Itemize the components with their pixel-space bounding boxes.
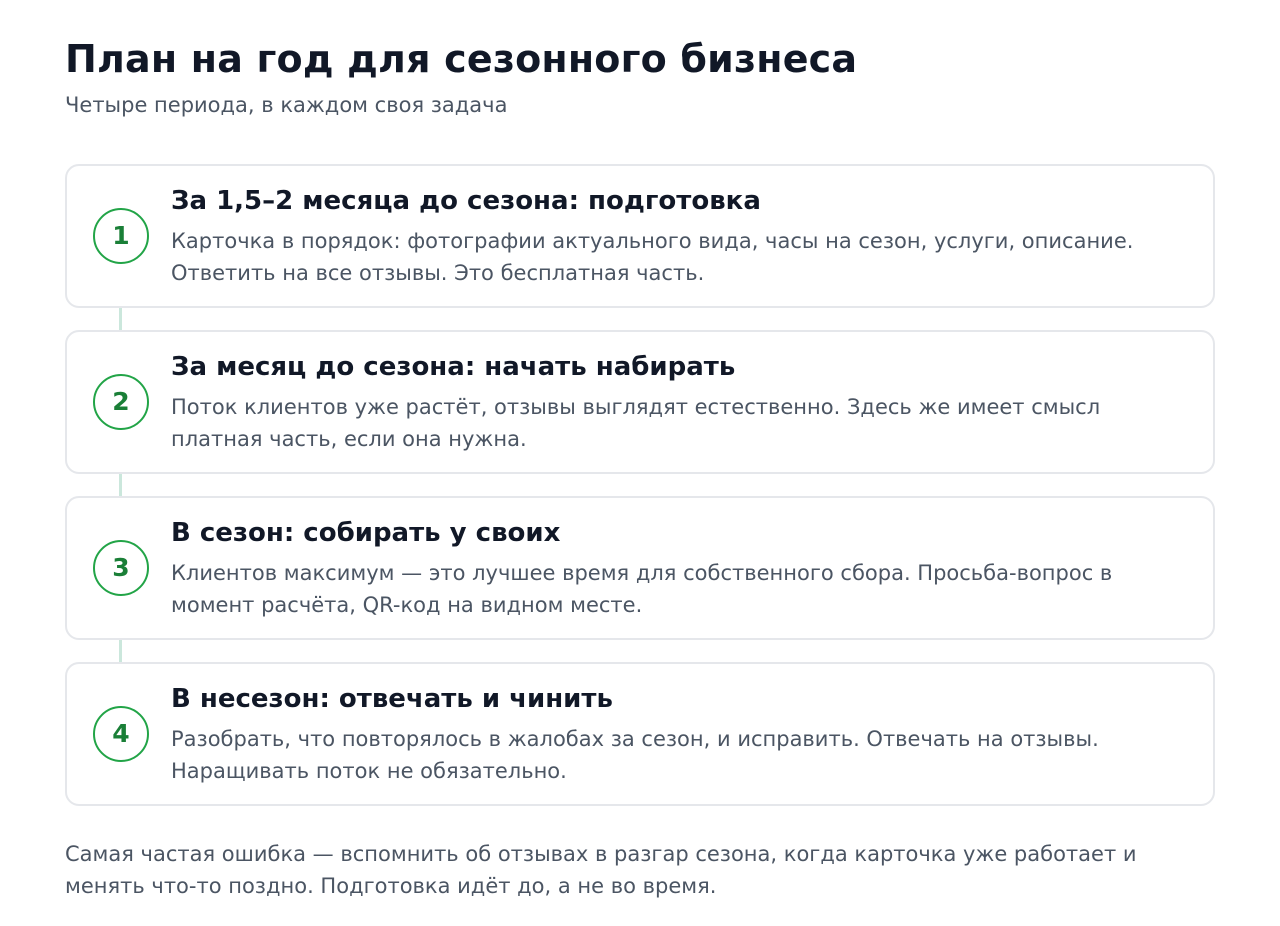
step-number-badge: 3 bbox=[93, 540, 149, 596]
timeline-connector bbox=[119, 640, 122, 662]
footer-note: Самая частая ошибка — вспомнить об отзыв… bbox=[65, 842, 1137, 898]
step-number-badge: 1 bbox=[93, 208, 149, 264]
step-description: Клиентов максимум — это лучшее время для… bbox=[171, 561, 1113, 617]
timeline-connector bbox=[119, 474, 122, 496]
step-description: Поток клиентов уже растёт, отзывы выгляд… bbox=[171, 395, 1101, 451]
step-description: Разобрать, что повторялось в жалобах за … bbox=[171, 727, 1099, 783]
step-card-3: 3 В сезон: собирать у своих Клиентов мак… bbox=[65, 496, 1215, 640]
timeline-connector bbox=[119, 308, 122, 330]
step-title: За 1,5–2 месяца до сезона: подготовка bbox=[171, 186, 761, 216]
step-number-badge: 4 bbox=[93, 706, 149, 762]
page-title: План на год для сезонного бизнеса bbox=[65, 37, 858, 81]
step-card-4: 4 В несезон: отвечать и чинить Разобрать… bbox=[65, 662, 1215, 806]
step-title: В несезон: отвечать и чинить bbox=[171, 684, 613, 714]
step-card-1: 1 За 1,5–2 месяца до сезона: подготовка … bbox=[65, 164, 1215, 308]
step-title: За месяц до сезона: начать набирать bbox=[171, 352, 736, 382]
step-card-2: 2 За месяц до сезона: начать набирать По… bbox=[65, 330, 1215, 474]
page-subtitle: Четыре периода, в каждом своя задача bbox=[65, 93, 508, 117]
step-description: Карточка в порядок: фотографии актуально… bbox=[171, 229, 1134, 285]
step-number-badge: 2 bbox=[93, 374, 149, 430]
step-title: В сезон: собирать у своих bbox=[171, 518, 561, 548]
